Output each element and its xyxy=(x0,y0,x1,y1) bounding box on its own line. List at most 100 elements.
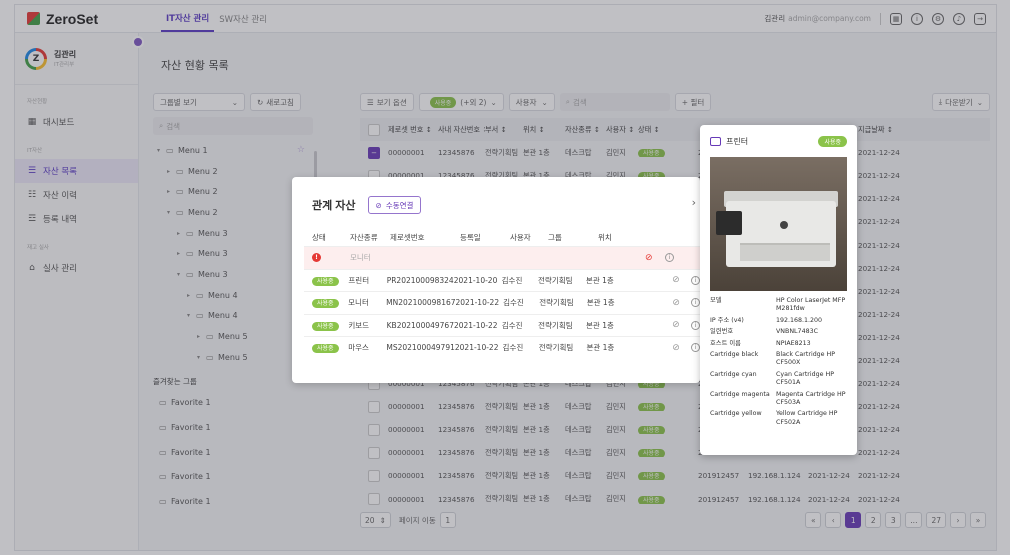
info-icon[interactable]: i xyxy=(691,298,700,308)
spec-key: Cartridge yellow xyxy=(710,410,762,418)
spec-key: 일련번호 xyxy=(710,328,734,336)
spec-key: Cartridge black xyxy=(710,351,759,359)
modal-warning-row[interactable]: ! 모니터 ⊘ i xyxy=(304,246,700,269)
status-badge: 사용중 xyxy=(312,299,339,309)
info-icon[interactable]: i xyxy=(691,343,700,353)
modal-cell: PR202100098324 xyxy=(386,275,454,285)
printer-icon xyxy=(710,137,721,146)
spec-key: 호스트 이름 xyxy=(710,339,741,347)
modal-row[interactable]: 사용중 마우스 MS202100049791 2021-10-22 김수진 전략기획팀 본관… xyxy=(304,336,700,359)
spec-key: Cartridge cyan xyxy=(710,370,757,378)
spec-row: Cartridge black Black Cartridge HP CF500X xyxy=(700,351,857,368)
card-title: 프린터 xyxy=(726,137,749,146)
modal-column-header: 상태 xyxy=(312,232,326,242)
modal-cell: 김수진 xyxy=(501,320,523,330)
spec-row: IP 주소 (v4) 192.168.1.200 xyxy=(700,317,857,325)
spec-list: 모델 HP Color LaserJet MFP M281fdw IP 주소 (v4… xyxy=(700,297,857,427)
modal-cell: 김수진 xyxy=(501,275,523,285)
modal-cell: 전략기획팀 xyxy=(538,275,573,285)
spec-key: Cartridge magenta xyxy=(710,390,770,398)
modal-row[interactable]: 사용중 모니터 MN202100098167 2021-10-22 김수진 전략기획팀 본관… xyxy=(304,291,700,314)
modal-column-header: 위치 xyxy=(598,232,612,242)
modal-cell: MS202100049791 xyxy=(386,343,455,353)
modal-cell: 전략기획팀 xyxy=(538,320,573,330)
modal-cell: MN202100098167 xyxy=(386,298,456,308)
modal-cell: KB202100049767 xyxy=(386,320,454,330)
spec-value: VNBNL7483C xyxy=(776,328,818,336)
asset-detail-card: 프린터 사용중 모델 HP Color LaserJet MFP M281fdw I… xyxy=(700,125,857,455)
modal-cell: 마우스 xyxy=(348,343,369,353)
spec-key: 모델 xyxy=(710,297,722,304)
modal-cell: 사용중 xyxy=(312,276,348,286)
link-icon[interactable]: ⊘ xyxy=(672,275,691,285)
modal-column-header: 사용자 xyxy=(510,232,531,242)
spec-row: Cartridge cyan Cyan Cartridge HP CF501A xyxy=(700,371,857,388)
modal-cell: 전략기획팀 xyxy=(539,298,574,308)
manual-link-label: 수동연결 xyxy=(385,200,414,210)
modal-column-header: 자산종류 xyxy=(350,232,378,242)
modal-cell: 사용중 xyxy=(312,298,348,309)
modal-cell: 사용중 xyxy=(312,343,348,354)
manual-link-button[interactable]: ⊘ 수동연결 xyxy=(367,196,422,214)
spec-value: 192.168.1.200 xyxy=(776,316,823,324)
printer-photo xyxy=(710,157,847,291)
chevron-right-icon[interactable]: › xyxy=(692,196,696,209)
type-cell: 모니터 xyxy=(350,253,371,263)
modal-cell: 본관 1층 xyxy=(586,343,615,353)
info-icon[interactable]: i xyxy=(691,275,700,285)
link-icon[interactable]: ⊘ xyxy=(672,320,691,330)
modal-header: 관계 자산 ⊘ 수동연결 xyxy=(292,177,700,214)
spec-row: 모델 HP Color LaserJet MFP M281fdw xyxy=(700,297,857,314)
status-badge: 사용중 xyxy=(312,321,339,331)
spec-value: Yellow Cartridge HP CF502A xyxy=(776,410,838,426)
modal-cell: 본관 1층 xyxy=(586,320,614,330)
link-icon[interactable]: ⊘ xyxy=(672,298,691,308)
modal-table-body: 사용중 프린터 PR202100098324 2021-10-20 김수진 전략기획팀 본관… xyxy=(292,268,700,359)
modal-cell: 본관 1층 xyxy=(586,298,615,308)
modal-cell: 본관 1층 xyxy=(585,275,614,285)
link-icon: ⊘ xyxy=(375,200,382,210)
spec-key: IP 주소 (v4) xyxy=(710,316,744,324)
modal-cell: 키보드 xyxy=(348,320,370,330)
spec-value: HP Color LaserJet MFP M281fdw xyxy=(776,297,846,313)
spec-value: Black Cartridge HP CF500X xyxy=(776,351,836,367)
spec-row: 호스트 이름 NPIAE8213 xyxy=(700,340,857,348)
modal-cell: 전략기획팀 xyxy=(538,343,574,353)
broken-link-icon[interactable]: ⊘ xyxy=(645,253,665,263)
spec-row: Cartridge magenta Magenta Cartridge HP CF… xyxy=(700,391,857,408)
spec-row: Cartridge yellow Yellow Cartridge HP CF50… xyxy=(700,410,857,427)
status-badge: 사용중 xyxy=(818,136,847,147)
modal-column-header: 제로셋번호 xyxy=(390,232,425,242)
related-assets-modal: 관계 자산 ⊘ 수동연결 › 상태 자산종류 제로셋번호 등록일 사용자 그룹 위치 ! 모니… xyxy=(292,177,700,383)
modal-cell: 2021-10-22 xyxy=(455,298,500,308)
modal-table-header: 상태 자산종류 제로셋번호 등록일 사용자 그룹 위치 xyxy=(312,228,700,246)
modal-cell: 김수진 xyxy=(502,343,524,353)
spec-row: 일련번호 VNBNL7483C xyxy=(700,328,857,336)
modal-cell: 모니터 xyxy=(348,298,369,308)
status-badge: 사용중 xyxy=(312,276,339,286)
modal-column-header: 그룹 xyxy=(548,232,562,242)
printer-control-panel xyxy=(716,211,742,235)
modal-cell: 김수진 xyxy=(503,298,524,308)
modal-cell: 2021-10-20 xyxy=(453,275,498,285)
printer-tray xyxy=(740,243,830,261)
modal-row[interactable]: 사용중 키보드 KB202100049767 2021-10-22 김수진 전략기획팀 본관… xyxy=(304,313,700,337)
info-icon[interactable]: i xyxy=(665,253,674,263)
modal-cell: 2021-10-22 xyxy=(453,320,498,330)
modal-cell: 2021-10-22 xyxy=(454,343,499,353)
status-cell: ! xyxy=(312,253,350,263)
printer-logo xyxy=(780,221,788,229)
info-icon[interactable]: i xyxy=(691,320,700,330)
card-header: 프린터 사용중 xyxy=(700,125,857,147)
spec-value: Cyan Cartridge HP CF501A xyxy=(776,370,835,387)
modal-title: 관계 자산 xyxy=(312,200,356,212)
status-badge: 사용중 xyxy=(312,344,339,354)
link-icon[interactable]: ⊘ xyxy=(672,343,691,353)
spec-value: Magenta Cartridge HP CF503A xyxy=(776,390,846,407)
spec-value: NPIAE8213 xyxy=(776,339,811,347)
alert-icon: ! xyxy=(312,253,321,263)
modal-column-header: 등록일 xyxy=(460,232,481,242)
modal-row[interactable]: 사용중 프린터 PR202100098324 2021-10-20 김수진 전략기획팀 본관… xyxy=(304,268,700,292)
modal-cell: 사용중 xyxy=(312,321,348,331)
modal-cell: 프린터 xyxy=(348,275,370,285)
